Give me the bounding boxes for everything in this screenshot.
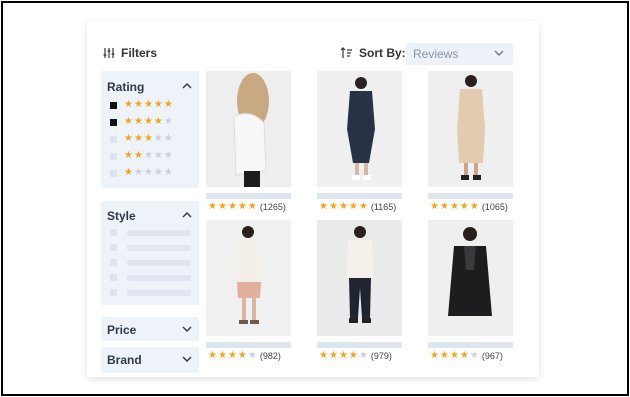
product-title-placeholder	[317, 193, 402, 199]
product-photo[interactable]	[317, 71, 402, 187]
filters-label: Filters	[121, 46, 158, 60]
rating-filter-option[interactable]: ★★★★★	[110, 168, 174, 178]
chevron-down-icon	[182, 356, 192, 362]
sort-label: Sort By:	[359, 46, 406, 60]
product-rating: ★★★★★ (979)	[319, 350, 392, 362]
rating-stars: ★★★★★	[208, 350, 258, 361]
sort-select[interactable]: Reviews	[406, 43, 513, 65]
review-count: (1265)	[259, 202, 286, 212]
product-title-placeholder	[206, 342, 291, 348]
rating-checkbox[interactable]	[110, 169, 117, 177]
style-filter-option[interactable]	[110, 259, 191, 266]
rating-filter-option[interactable]: ★★★★★	[110, 151, 174, 161]
rating-stars: ★★★★★	[319, 201, 369, 212]
style-filter-title: Style	[107, 209, 136, 223]
product-title-placeholder	[317, 342, 402, 348]
product-rating: ★★★★★ (1265)	[208, 201, 286, 213]
product-rating: ★★★★★ (1065)	[430, 201, 508, 213]
brand-filter-panel[interactable]: Brand	[101, 347, 199, 373]
style-checkbox[interactable]	[110, 244, 117, 251]
product-rating: ★★★★★ (967)	[430, 350, 503, 362]
product-title-placeholder	[206, 193, 291, 199]
review-count: (979)	[370, 351, 392, 361]
rating-checkbox[interactable]	[110, 101, 117, 109]
review-count: (982)	[259, 351, 281, 361]
product-photo[interactable]	[206, 71, 291, 187]
rating-filter-panel: Rating ★★★★★ ★★★★★ ★★★★★ ★★★★★ ★★★★★	[101, 71, 199, 188]
style-label-placeholder	[127, 274, 191, 281]
style-label-placeholder	[127, 289, 191, 296]
style-label-placeholder	[127, 229, 191, 236]
rating-checkbox[interactable]	[110, 135, 117, 143]
rating-stars: ★★★★★	[124, 167, 174, 178]
sort-value: Reviews	[413, 47, 459, 61]
sliders-icon	[103, 48, 115, 58]
review-count: (1065)	[481, 202, 508, 212]
price-filter-panel[interactable]: Price	[101, 317, 199, 341]
brand-filter-title: Brand	[107, 353, 142, 367]
style-checkbox[interactable]	[110, 259, 117, 266]
style-filter-option[interactable]	[110, 244, 191, 251]
chevron-up-icon[interactable]	[181, 80, 193, 92]
chevron-down-icon	[182, 326, 192, 332]
rating-stars: ★★★★★	[430, 350, 480, 361]
product-rating: ★★★★★ (982)	[208, 350, 281, 362]
product-photo[interactable]	[428, 220, 513, 336]
style-filter-option[interactable]	[110, 229, 191, 236]
product-title-placeholder	[428, 342, 513, 348]
rating-stars: ★★★★★	[124, 150, 174, 161]
price-filter-title: Price	[107, 323, 137, 337]
style-filter-panel: Style	[101, 201, 199, 305]
style-filter-option[interactable]	[110, 274, 191, 281]
rating-stars: ★★★★★	[124, 99, 174, 110]
rating-checkbox[interactable]	[110, 118, 117, 126]
sort-icon	[340, 47, 352, 58]
review-count: (1165)	[370, 202, 397, 212]
sort-by: Sort By:	[340, 46, 406, 60]
rating-stars: ★★★★★	[319, 350, 369, 361]
rating-stars: ★★★★★	[430, 201, 480, 212]
rating-stars: ★★★★★	[124, 116, 174, 127]
review-count: (967)	[481, 351, 503, 361]
style-checkbox[interactable]	[110, 289, 117, 296]
product-photo[interactable]	[428, 71, 513, 187]
rating-filter-option[interactable]: ★★★★★	[110, 100, 174, 110]
style-filter-option[interactable]	[110, 289, 191, 296]
rating-filter-option[interactable]: ★★★★★	[110, 117, 174, 127]
style-checkbox[interactable]	[110, 274, 117, 281]
rating-filter-title: Rating	[107, 80, 145, 94]
chevron-down-icon	[494, 50, 504, 56]
rating-filter-option[interactable]: ★★★★★	[110, 134, 174, 144]
product-title-placeholder	[428, 193, 513, 199]
style-label-placeholder	[127, 259, 191, 266]
screenshot-frame: Filters Sort By: Reviews Rating ★★★★★ ★★…	[1, 1, 629, 396]
product-photo[interactable]	[317, 220, 402, 336]
chevron-up-icon[interactable]	[181, 209, 193, 221]
rating-checkbox[interactable]	[110, 152, 117, 160]
style-label-placeholder	[127, 244, 191, 251]
filters-header[interactable]: Filters	[103, 46, 157, 60]
style-checkbox[interactable]	[110, 229, 117, 236]
product-rating: ★★★★★ (1165)	[319, 201, 397, 213]
product-photo[interactable]	[206, 220, 291, 336]
rating-stars: ★★★★★	[208, 201, 258, 212]
product-listing-card: Filters Sort By: Reviews Rating ★★★★★ ★★…	[87, 21, 539, 377]
rating-stars: ★★★★★	[124, 133, 174, 144]
